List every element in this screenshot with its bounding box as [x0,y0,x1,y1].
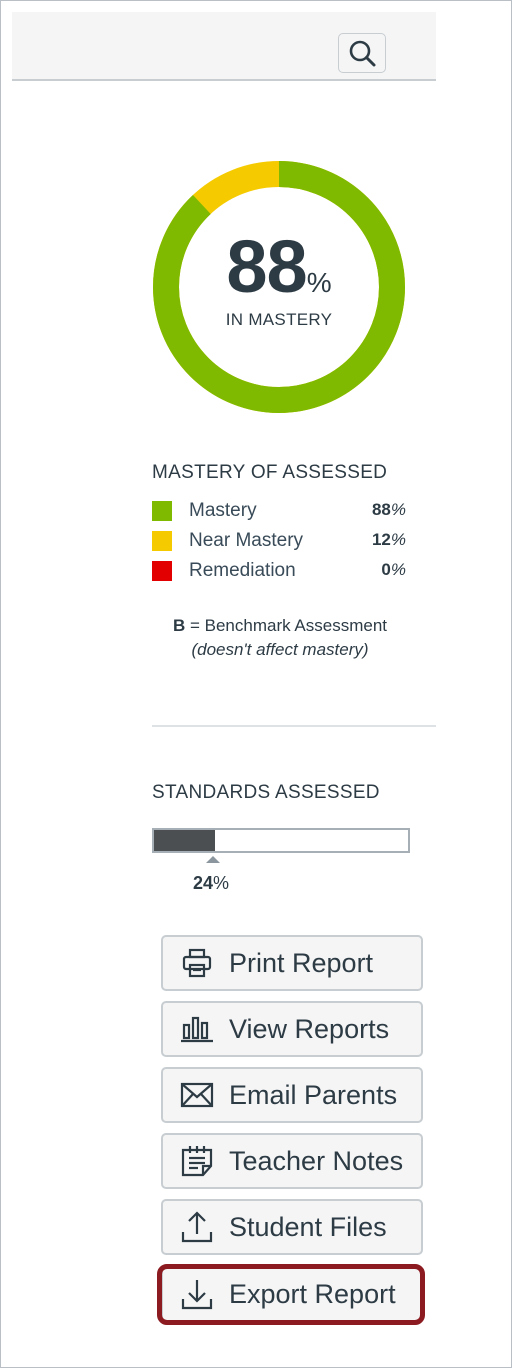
benchmark-subnote: (doesn't affect mastery) [191,640,369,659]
benchmark-text: = Benchmark Assessment [185,616,387,635]
search-icon [349,40,376,67]
benchmark-note: B = Benchmark Assessment (doesn't affect… [130,614,430,662]
button-label: Email Parents [229,1079,398,1110]
legend-item-near-mastery: Near Mastery 12% [152,528,406,558]
button-label: View Reports [229,1013,390,1044]
bar-chart-icon [179,1011,215,1047]
top-toolbar [12,12,436,81]
legend-swatch-near-mastery [152,531,172,551]
legend-value: 88% [371,500,406,519]
email-parents-button[interactable]: Email Parents [161,1067,423,1123]
standards-progress-fill [154,830,215,851]
notes-icon [179,1143,215,1179]
mastery-section-title: MASTERY OF ASSESSED [152,462,388,483]
mastery-percent-value: 88 [226,225,307,308]
export-report-focus-highlight [157,1264,425,1325]
mastery-donut-chart: 88% IN MASTERY [150,158,408,416]
teacher-notes-button[interactable]: Teacher Notes [161,1133,423,1189]
search-button[interactable] [338,33,386,73]
legend-value: 0% [381,560,406,579]
legend-value: 12% [371,530,406,549]
legend-swatch-mastery [152,501,172,521]
progress-marker-icon [206,856,220,863]
print-report-button[interactable]: Print Report [161,935,423,991]
legend-item-remediation: Remediation 0% [152,558,406,588]
standards-progress-bar [152,828,410,853]
legend-swatch-remediation [152,561,172,581]
mastery-percent-sign: % [306,267,332,298]
student-files-button[interactable]: Student Files [161,1199,423,1255]
upload-icon [179,1209,215,1245]
mastery-caption: IN MASTERY [225,310,333,329]
button-label: Teacher Notes [229,1145,404,1176]
button-label: Print Report [229,947,374,978]
mastery-percent: 88% [150,230,408,304]
legend-label: Mastery [189,500,257,521]
standards-percent: 24% [193,873,230,893]
benchmark-key: B [172,616,186,635]
envelope-icon [179,1077,215,1113]
printer-icon [179,945,215,981]
standards-section-title: STANDARDS ASSESSED [152,782,380,803]
legend-item-mastery: Mastery 88% [152,498,406,528]
section-divider [152,725,436,727]
mastery-legend: Mastery 88% Near Mastery 12% Remediation… [152,498,406,588]
legend-label: Remediation [189,560,296,581]
view-reports-button[interactable]: View Reports [161,1001,423,1057]
button-label: Student Files [229,1211,387,1242]
legend-label: Near Mastery [189,530,304,551]
